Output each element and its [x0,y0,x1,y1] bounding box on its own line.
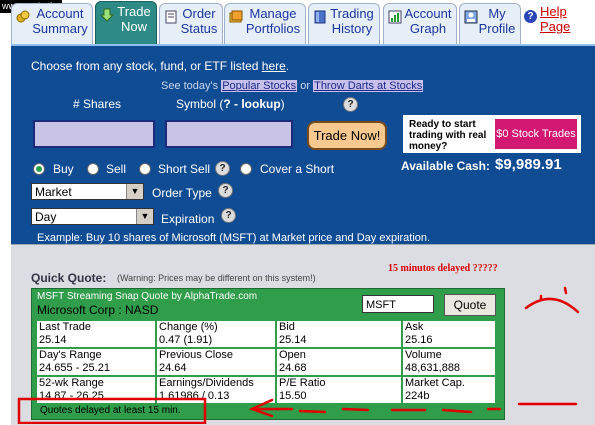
red-scribble-annotation [17,286,580,424]
